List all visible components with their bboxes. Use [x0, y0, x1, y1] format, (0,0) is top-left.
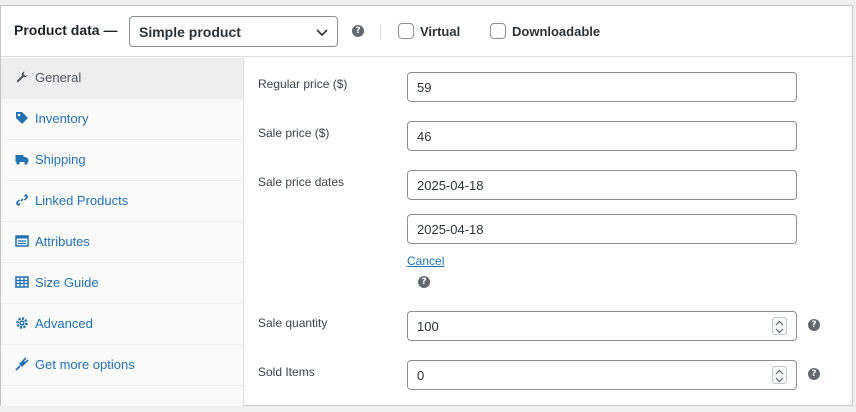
divider [380, 24, 381, 40]
sale-price-value: 46 [417, 129, 432, 144]
downloadable-checkbox[interactable] [490, 23, 506, 39]
sale-price-input[interactable]: 46 [407, 121, 797, 151]
sale-dates-label: Sale price dates [258, 175, 345, 189]
tab-label: Linked Products [35, 193, 129, 208]
link-icon [16, 194, 28, 206]
regular-price-label: Regular price ($) [258, 77, 348, 91]
product-data-tabs: General Inventory Shipping Linked Produc… [1, 58, 244, 406]
tab-linked-products[interactable]: Linked Products [1, 181, 243, 222]
tab-label: Get more options [35, 357, 135, 372]
tab-get-more-options[interactable]: Get more options [1, 345, 243, 386]
sale-date-to-input[interactable]: 2025-04-18 [407, 214, 797, 244]
list-icon [15, 235, 29, 247]
help-icon[interactable]: ? [418, 276, 430, 288]
chevron-down-icon [316, 29, 328, 37]
sold-items-input[interactable]: 0 [407, 360, 797, 390]
plug-icon [15, 357, 29, 371]
help-icon[interactable]: ? [808, 319, 820, 331]
tab-shipping[interactable]: Shipping [1, 140, 243, 181]
virtual-label: Virtual [420, 24, 461, 39]
virtual-checkbox[interactable] [398, 23, 414, 39]
truck-icon [15, 155, 29, 165]
sold-items-value: 0 [417, 368, 425, 383]
sale-quantity-value: 100 [417, 319, 439, 334]
tab-label: Size Guide [35, 275, 99, 290]
tag-icon [16, 112, 28, 124]
tab-label: Advanced [35, 316, 93, 331]
sale-quantity-label: Sale quantity [258, 316, 328, 330]
regular-price-value: 59 [417, 80, 432, 95]
tab-advanced[interactable]: Advanced [1, 304, 243, 345]
tab-label: Inventory [35, 111, 89, 126]
product-data-panel: Product data — Simple product ? Virtual … [0, 5, 853, 406]
sale-price-label: Sale price ($) [258, 126, 330, 140]
sale-date-from-input[interactable]: 2025-04-18 [407, 170, 797, 200]
tab-attributes[interactable]: Attributes [1, 222, 243, 263]
tab-general[interactable]: General [1, 58, 243, 99]
spin-up-icon [775, 320, 784, 326]
spin-up-icon [775, 369, 784, 375]
help-icon[interactable]: ? [352, 25, 364, 37]
cancel-schedule-link[interactable]: Cancel [407, 254, 444, 268]
tab-label: General [35, 70, 82, 85]
tab-label: Attributes [35, 234, 90, 249]
tab-inventory[interactable]: Inventory [1, 99, 243, 140]
sale-quantity-input[interactable]: 100 [407, 311, 797, 341]
table-icon [15, 276, 29, 288]
number-spinner[interactable] [772, 366, 787, 384]
wrench-icon [16, 71, 28, 83]
regular-price-input[interactable]: 59 [407, 72, 797, 102]
spin-down-icon [775, 328, 784, 334]
gear-icon [16, 317, 28, 329]
product-type-select[interactable]: Simple product [129, 16, 338, 47]
sold-items-label: Sold Items [258, 365, 315, 379]
sale-date-from-value: 2025-04-18 [417, 178, 484, 193]
product-data-header: Product data — Simple product ? Virtual … [1, 6, 852, 57]
sale-date-to-value: 2025-04-18 [417, 222, 484, 237]
help-icon[interactable]: ? [808, 368, 820, 380]
number-spinner[interactable] [772, 317, 787, 335]
downloadable-label: Downloadable [512, 24, 601, 39]
panel-title: Product data — [14, 22, 118, 38]
tab-label: Shipping [35, 152, 86, 167]
product-type-value: Simple product [139, 24, 241, 40]
tab-size-guide[interactable]: Size Guide [1, 263, 243, 304]
spin-down-icon [775, 377, 784, 383]
